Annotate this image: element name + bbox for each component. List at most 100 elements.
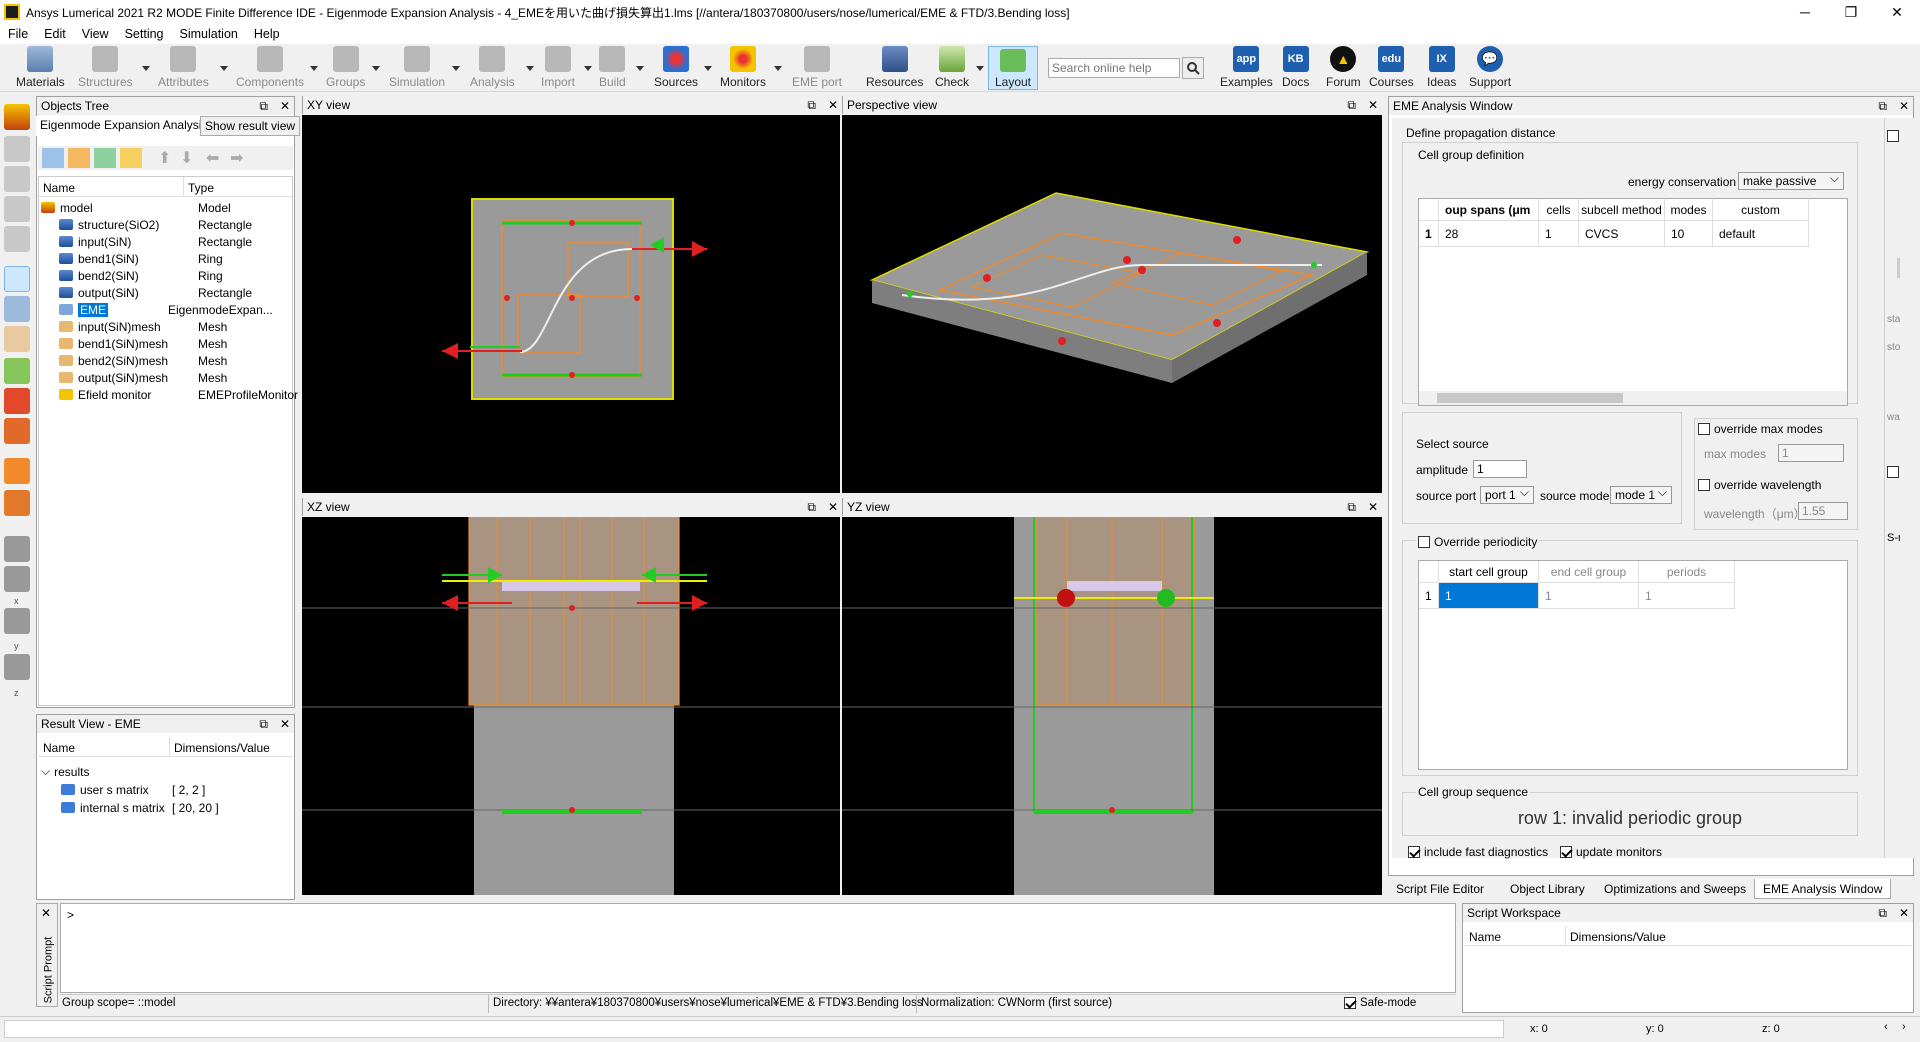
build-dropdown-caret[interactable] — [636, 66, 644, 71]
menu-simulation[interactable]: Simulation — [172, 27, 246, 41]
result-row[interactable]: internal s matrix[ 20, 20 ] — [61, 799, 219, 816]
float-icon[interactable]: ⧉ — [259, 99, 268, 114]
close-icon[interactable]: ✕ — [828, 98, 838, 113]
source-port-select[interactable]: port 1 — [1480, 485, 1534, 504]
simulation-button[interactable]: Simulation — [389, 46, 445, 89]
edit-object-icon[interactable] — [4, 104, 30, 130]
tree-row-1[interactable]: structure(SiO2) Rectangle — [59, 216, 252, 233]
mesh-view-icon[interactable] — [4, 418, 30, 444]
search-input[interactable]: Search online help — [1048, 58, 1180, 78]
analysis-button[interactable]: Analysis — [470, 46, 515, 89]
slice-icon[interactable] — [4, 654, 30, 680]
perspective-view-canvas[interactable] — [842, 115, 1382, 493]
tree-row-4[interactable]: bend2(SiN) Ring — [59, 267, 223, 284]
cell-group-span[interactable]: 28 — [1439, 221, 1539, 247]
move-left-arrow-icon[interactable]: ⬅ — [206, 148, 219, 168]
components-dropdown-caret[interactable] — [310, 66, 318, 71]
show-result-view-button[interactable]: Show result view — [200, 116, 301, 136]
slice-x-icon[interactable] — [4, 536, 30, 562]
attributes-dropdown-caret[interactable] — [220, 66, 228, 71]
right-checkbox-3[interactable] — [1887, 465, 1899, 478]
ruler-icon[interactable] — [4, 358, 30, 384]
cell-table-hscrollbar[interactable] — [1419, 391, 1847, 405]
scroll-left-icon[interactable]: ‹ — [1884, 1021, 1888, 1033]
import-button[interactable]: Import — [541, 46, 575, 89]
components-button[interactable]: Components — [236, 46, 304, 89]
cell-start-cell-group[interactable]: 1 — [1439, 583, 1539, 609]
slice-y-icon[interactable] — [4, 566, 30, 592]
close-icon[interactable]: ✕ — [1368, 98, 1378, 113]
monitors-button[interactable]: Monitors — [720, 46, 766, 89]
override-periodicity-checkbox[interactable]: Override periodicity — [1416, 535, 1540, 549]
tree-row-7[interactable]: input(SiN)mesh Mesh — [59, 318, 227, 335]
tree-row-2[interactable]: input(SiN) Rectangle — [59, 233, 252, 250]
zoom-icon[interactable] — [4, 296, 30, 322]
grid-icon[interactable] — [4, 458, 30, 484]
float-icon[interactable]: ⧉ — [1347, 500, 1356, 515]
move-up-icon[interactable] — [4, 136, 30, 162]
move-up-arrow-icon[interactable]: ⬆ — [158, 148, 171, 168]
xy-view-canvas[interactable] — [302, 115, 840, 493]
override-max-modes-checkbox[interactable]: override max modes — [1698, 422, 1823, 436]
amplitude-input[interactable]: 1 — [1473, 460, 1527, 478]
docs-button[interactable]: KB Docs — [1282, 46, 1309, 89]
pan-hand-icon[interactable] — [4, 326, 30, 352]
cell-periods[interactable]: 1 — [1639, 583, 1735, 609]
ideas-button[interactable]: IX Ideas — [1427, 46, 1456, 89]
courses-button[interactable]: edu Courses — [1369, 46, 1414, 89]
close-icon[interactable]: ✕ — [280, 717, 290, 732]
result-row[interactable]: user s matrix[ 2, 2 ] — [61, 781, 205, 798]
maximize-button[interactable]: ❐ — [1828, 0, 1874, 24]
menu-help[interactable]: Help — [246, 27, 288, 41]
float-icon[interactable]: ⧉ — [1878, 99, 1887, 114]
tree-row-5[interactable]: output(SiN) Rectangle — [59, 284, 252, 301]
energy-conservation-select[interactable]: make passive — [1738, 171, 1844, 190]
minimize-button[interactable]: ─ — [1782, 0, 1828, 24]
source-mode-select[interactable]: mode 1 — [1610, 485, 1672, 504]
examples-button[interactable]: app Examples — [1220, 46, 1273, 89]
menu-setting[interactable]: Setting — [117, 27, 172, 41]
cell-end-cell-group[interactable]: 1 — [1539, 583, 1639, 609]
tree-row-3[interactable]: bend1(SiN) Ring — [59, 250, 223, 267]
layout-button[interactable]: Layout — [988, 46, 1038, 90]
close-icon[interactable]: ✕ — [41, 906, 51, 920]
build-button[interactable]: Build — [599, 46, 626, 89]
tree-row-6[interactable]: EME EigenmodeExpan... — [59, 301, 273, 318]
sources-dropdown-caret[interactable] — [704, 66, 712, 71]
include-fast-diagnostics-checkbox[interactable]: include fast diagnostics — [1408, 845, 1548, 859]
sources-button[interactable]: Sources — [654, 46, 698, 89]
import-dropdown-caret[interactable] — [584, 66, 592, 71]
scroll-right-icon[interactable]: › — [1902, 1021, 1906, 1033]
tree-tool-icon-4[interactable] — [120, 148, 142, 168]
zoom-extent-icon[interactable] — [4, 388, 30, 414]
safe-mode-checkbox[interactable]: Safe-mode — [1344, 997, 1416, 1009]
table-icon[interactable] — [4, 490, 30, 516]
close-icon[interactable]: ✕ — [1368, 500, 1378, 515]
structures-button[interactable]: Structures — [78, 46, 133, 89]
menu-edit[interactable]: Edit — [36, 27, 74, 41]
tree-tool-icon-3[interactable] — [94, 148, 116, 168]
cell-custom[interactable]: default — [1713, 221, 1809, 247]
float-icon[interactable]: ⧉ — [1878, 906, 1887, 921]
slice-z-icon[interactable] — [4, 608, 30, 634]
attributes-button[interactable]: Attributes — [158, 46, 209, 89]
right-checkbox-1[interactable] — [1887, 129, 1899, 142]
check-dropdown-caret[interactable] — [976, 66, 984, 71]
yz-view-canvas[interactable] — [842, 516, 1382, 895]
cell-subcell-method[interactable]: CVCS — [1579, 221, 1665, 247]
float-icon[interactable]: ⧉ — [259, 717, 268, 732]
max-modes-input[interactable]: 1 — [1778, 444, 1844, 462]
monitors-dropdown-caret[interactable] — [774, 66, 782, 71]
menu-file[interactable]: File — [0, 27, 36, 41]
support-button[interactable]: 💬 Support — [1469, 46, 1511, 89]
resources-button[interactable]: Resources — [866, 46, 923, 89]
tab-object-library[interactable]: Object Library — [1502, 879, 1593, 899]
tree-tool-icon-1[interactable] — [42, 148, 64, 168]
select-cursor-icon[interactable] — [4, 266, 30, 292]
forum-button[interactable]: ▲ Forum — [1326, 46, 1361, 89]
groups-dropdown-caret[interactable] — [372, 66, 380, 71]
float-icon[interactable]: ⧉ — [807, 500, 816, 515]
tree-row-0[interactable]: model Model — [41, 199, 231, 216]
delete-icon[interactable] — [4, 226, 30, 252]
tab-eme-analysis-window[interactable]: EME Analysis Window — [1754, 879, 1892, 899]
